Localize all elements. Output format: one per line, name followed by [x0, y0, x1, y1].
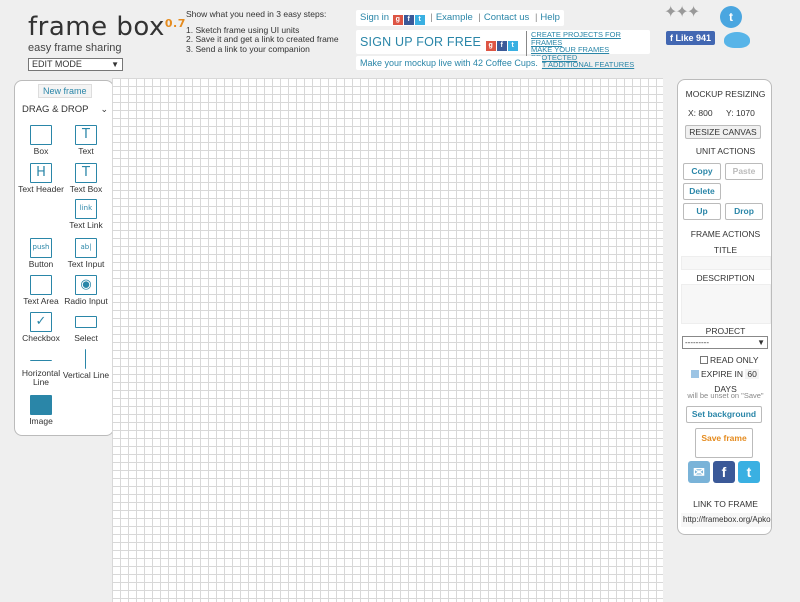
steps-title: Show what you need in 3 easy steps: — [186, 9, 327, 19]
expire-option[interactable]: EXPIRE IN 60 — [691, 369, 759, 379]
read-only-checkbox[interactable] — [700, 356, 708, 364]
twitter-icon[interactable]: t — [507, 41, 518, 51]
description-field[interactable] — [681, 284, 771, 324]
link-to-frame-heading: LINK TO FRAME — [693, 499, 758, 509]
text-header-icon: H — [30, 163, 52, 183]
facebook-icon[interactable]: f — [403, 15, 414, 25]
tool-text-box[interactable]: T Text Box — [61, 163, 111, 194]
new-frame-button[interactable]: New frame — [38, 84, 92, 98]
facebook-like-button[interactable]: f Like 941 — [666, 31, 716, 45]
expire-checkbox[interactable] — [691, 370, 699, 378]
tool-button[interactable]: push Button — [16, 238, 66, 269]
logo-text: frame box — [28, 12, 165, 42]
frame-actions-heading: FRAME ACTIONS — [690, 229, 761, 239]
chevron-down-icon: ▼ — [757, 338, 765, 347]
tool-image[interactable]: Image — [16, 395, 66, 426]
resize-canvas-button[interactable]: RESIZE CANVAS — [685, 125, 761, 139]
image-icon — [30, 395, 52, 415]
up-button[interactable]: Up — [683, 203, 721, 220]
bird-icon — [724, 32, 750, 48]
mode-value: EDIT MODE — [32, 59, 82, 69]
checkbox-icon: ✓ — [30, 312, 52, 332]
steps: Show what you need in 3 easy steps: 1. S… — [186, 9, 339, 54]
twitter-bird-icon[interactable]: t — [720, 6, 742, 28]
drag-drop-header[interactable]: DRAG & DROP ⌄ — [22, 104, 112, 115]
read-only-option[interactable]: READ ONLY — [700, 355, 759, 365]
description-label: DESCRIPTION — [696, 273, 755, 283]
paste-button[interactable]: Paste — [725, 163, 763, 180]
signup-features[interactable]: CREATE PROJECTS FOR FRAMES MAKE YOUR FRA… — [526, 31, 650, 69]
facebook-icon[interactable]: f — [496, 41, 507, 51]
box-icon — [30, 125, 52, 145]
tool-vertical-line[interactable]: Vertical Line — [61, 349, 111, 380]
set-background-button[interactable]: Set background — [686, 406, 762, 423]
tool-select[interactable]: Select — [61, 312, 111, 343]
select-icon — [75, 316, 97, 328]
mode-select[interactable]: EDIT MODE ▼ — [28, 58, 123, 71]
example-link[interactable]: Example — [436, 12, 473, 23]
tool-text-header[interactable]: H Text Header — [16, 163, 66, 194]
coffee-link[interactable]: Make your mockup live with 42 Coffee Cup… — [356, 56, 542, 70]
radio-input-icon: ◉ — [75, 275, 97, 295]
tool-horizontal-line[interactable]: Horizontal Line — [16, 349, 66, 387]
twitter-share-icon[interactable]: t — [738, 461, 760, 483]
logo[interactable]: frame box0.7 — [28, 12, 186, 42]
tool-box[interactable]: Box — [16, 125, 66, 156]
title-label: TITLE — [713, 245, 738, 255]
copy-button[interactable]: Copy — [683, 163, 721, 180]
tools-panel: New frame DRAG & DROP ⌄ Box T Text H Text H… — [14, 80, 114, 436]
x-input[interactable]: 800 — [698, 108, 712, 118]
top-links: Sign in gft | Example | Contact us | Help — [356, 10, 564, 26]
tool-text[interactable]: T Text — [61, 125, 111, 156]
text-icon: T — [75, 125, 97, 145]
tool-text-input[interactable]: ab| Text Input — [61, 238, 111, 269]
chevron-down-icon: ⌄ — [100, 104, 108, 114]
twitter-icon[interactable]: t — [414, 15, 425, 25]
x-size: X: 800 — [688, 108, 713, 118]
chevron-down-icon: ▼ — [111, 60, 119, 69]
text-link-icon: link — [75, 199, 97, 219]
email-share-icon[interactable]: ✉ — [688, 461, 710, 483]
mockup-resizing-heading: MOCKUP RESIZING — [685, 89, 766, 99]
save-frame-button[interactable]: Save frame — [695, 428, 753, 458]
horizontal-line-icon — [30, 349, 52, 361]
frame-link-field[interactable]: http://framebox.org/Apko — [681, 513, 771, 527]
signin-link[interactable]: Sign in — [360, 12, 389, 23]
expire-days-input[interactable]: 60 — [745, 369, 759, 379]
tool-checkbox[interactable]: ✓ Checkbox — [16, 312, 66, 343]
people-icon: ✦✦✦ — [664, 4, 700, 21]
tool-radio-input[interactable]: ◉ Radio Input — [61, 275, 111, 306]
version: 0.7 — [164, 17, 186, 30]
help-link[interactable]: Help — [540, 12, 560, 23]
text-input-icon: ab| — [75, 238, 97, 258]
facebook-share-icon[interactable]: f — [713, 461, 735, 483]
project-select[interactable]: --------- ▼ — [682, 336, 768, 349]
google-icon[interactable]: g — [392, 15, 403, 25]
y-input[interactable]: 1070 — [736, 108, 755, 118]
step-3: 3. Send a link to your companion — [186, 43, 310, 54]
google-icon[interactable]: g — [485, 41, 496, 51]
unset-note: will be unset on "Save" — [687, 391, 764, 400]
title-field[interactable] — [681, 256, 771, 270]
text-area-icon — [30, 275, 52, 295]
tool-text-area[interactable]: Text Area — [16, 275, 66, 306]
y-size: Y: 1070 — [726, 108, 755, 118]
text-box-icon: T — [75, 163, 97, 183]
unit-actions-heading: UNIT ACTIONS — [695, 146, 756, 156]
button-icon: push — [30, 238, 52, 258]
drop-button[interactable]: Drop — [725, 203, 763, 220]
tool-text-link[interactable]: link Text Link — [61, 199, 111, 230]
project-label: PROJECT — [705, 326, 746, 336]
frame-canvas[interactable] — [112, 78, 663, 602]
tagline: easy frame sharing — [28, 42, 122, 54]
signup-link[interactable]: SIGN UP FOR FREE gft — [360, 35, 518, 51]
delete-button[interactable]: Delete — [683, 183, 721, 200]
signup-box: SIGN UP FOR FREE gft CREATE PROJECTS FOR… — [356, 30, 650, 69]
properties-panel: MOCKUP RESIZING X: 800 Y: 1070 RESIZE CA… — [677, 79, 772, 535]
vertical-line-icon — [85, 349, 87, 369]
contact-link[interactable]: Contact us — [484, 12, 529, 23]
